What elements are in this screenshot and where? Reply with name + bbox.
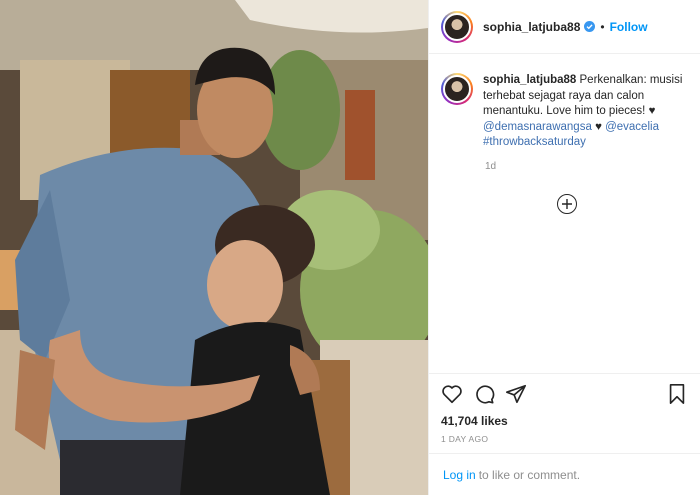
login-footer: Log in to like or comment. [429, 453, 700, 495]
caption-username[interactable]: sophia_latjuba88 [483, 74, 576, 86]
mention-link[interactable]: @demasnarawangsa [483, 121, 592, 133]
caption-text: sophia_latjuba88 Perkenalkan: musisi ter… [483, 73, 683, 151]
bookmark-icon[interactable] [666, 383, 688, 405]
share-icon[interactable] [505, 383, 527, 405]
follow-button[interactable]: Follow [610, 20, 648, 34]
load-more-icon[interactable] [557, 194, 577, 214]
separator-dot: • [600, 19, 605, 34]
post-header: sophia_latjuba88 • Follow [429, 0, 700, 54]
comment-icon[interactable] [473, 383, 495, 405]
post-photo [0, 0, 428, 495]
caption-avatar[interactable] [441, 73, 473, 105]
login-link[interactable]: Log in [443, 468, 476, 482]
avatar[interactable] [441, 10, 473, 43]
actions-section: 41,704 likes 1 DAY AGO [429, 373, 700, 444]
post-date: 1 DAY AGO [441, 434, 489, 444]
mention-link[interactable]: @evacelia [605, 121, 659, 133]
verified-icon [584, 21, 596, 32]
hashtag-link[interactable]: #throwbacksaturday [483, 136, 586, 148]
header-username[interactable]: sophia_latjuba88 [483, 20, 580, 34]
caption-heart: ♥ [595, 120, 602, 133]
caption-time: 1d [485, 160, 497, 172]
caption-section: sophia_latjuba88 Perkenalkan: musisi ter… [429, 55, 700, 373]
likes-count[interactable]: 41,704 likes [441, 414, 688, 428]
login-footer-text: to like or comment. [478, 467, 581, 482]
post-detail-panel: sophia_latjuba88 • Follow sophia_latjuba… [428, 0, 700, 495]
heart-icon[interactable] [441, 383, 463, 405]
